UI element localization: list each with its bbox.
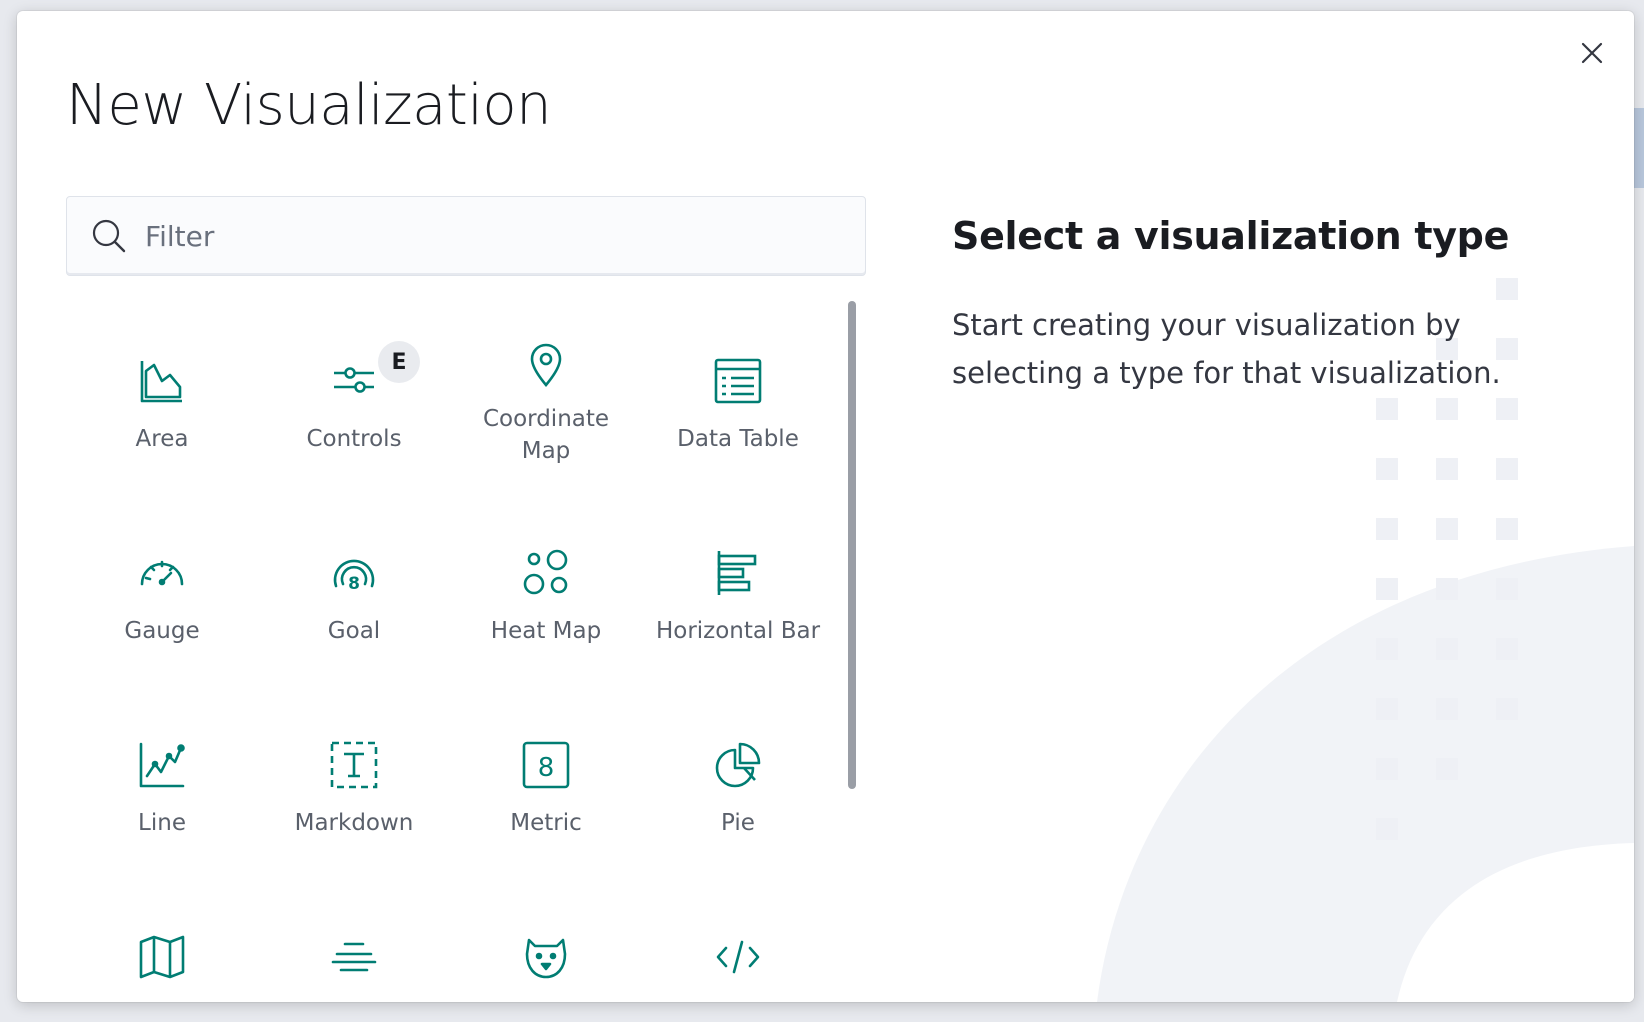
grid-scrollbar[interactable] bbox=[848, 301, 856, 789]
type-label: Horizontal Bar bbox=[655, 618, 821, 644]
type-card-region-map[interactable] bbox=[66, 879, 258, 1002]
filter-field[interactable] bbox=[66, 196, 866, 276]
area-chart-icon bbox=[134, 353, 190, 409]
controls-icon bbox=[326, 353, 382, 409]
type-label: Coordinate Map bbox=[482, 406, 610, 464]
timelion-icon bbox=[518, 929, 574, 985]
search-icon bbox=[87, 214, 131, 258]
markdown-icon bbox=[326, 737, 382, 793]
type-label: Pie bbox=[721, 810, 755, 836]
new-visualization-modal: New Visualization Area E bbox=[17, 11, 1634, 1002]
info-description: Start creating your visualization by sel… bbox=[952, 308, 1501, 390]
metric-icon: 8 bbox=[518, 737, 574, 793]
visualization-type-grid: Area E Controls Coordinate Map Data Tabl… bbox=[66, 303, 836, 1002]
tag-cloud-icon bbox=[326, 929, 382, 985]
type-label: Metric bbox=[510, 810, 582, 836]
type-card-area[interactable]: Area bbox=[66, 303, 258, 495]
type-card-pie[interactable]: Pie bbox=[642, 687, 834, 879]
filter-input[interactable] bbox=[145, 219, 865, 253]
line-chart-icon bbox=[134, 737, 190, 793]
type-label: Controls bbox=[306, 426, 402, 452]
pie-chart-icon bbox=[710, 737, 766, 793]
table-icon bbox=[710, 353, 766, 409]
map-marker-icon bbox=[518, 337, 574, 393]
type-card-horizontal-bar[interactable]: Horizontal Bar bbox=[642, 495, 834, 687]
svg-text:8: 8 bbox=[348, 574, 360, 594]
type-card-markdown[interactable]: Markdown bbox=[258, 687, 450, 879]
type-card-vega[interactable] bbox=[642, 879, 834, 1002]
close-icon bbox=[1581, 42, 1603, 64]
type-card-coordinate-map[interactable]: Coordinate Map bbox=[450, 303, 642, 495]
type-card-data-table[interactable]: Data Table bbox=[642, 303, 834, 495]
heatmap-icon bbox=[518, 545, 574, 601]
type-card-timelion[interactable] bbox=[450, 879, 642, 1002]
vega-code-icon bbox=[710, 929, 766, 985]
type-label: Line bbox=[138, 810, 186, 836]
close-button[interactable] bbox=[1572, 33, 1612, 73]
type-label: Markdown bbox=[294, 810, 414, 836]
horizontal-bar-icon bbox=[710, 545, 766, 601]
type-label: Data Table bbox=[677, 426, 799, 452]
svg-text:8: 8 bbox=[538, 753, 555, 783]
type-card-goal[interactable]: 8 Goal bbox=[258, 495, 450, 687]
type-card-heat-map[interactable]: Heat Map bbox=[450, 495, 642, 687]
goal-icon: 8 bbox=[326, 545, 382, 601]
info-title: Select a visualization type bbox=[952, 214, 1510, 258]
type-label: Area bbox=[135, 426, 189, 452]
type-card-tag-cloud[interactable] bbox=[258, 879, 450, 1002]
modal-title: New Visualization bbox=[66, 73, 552, 138]
type-label: Heat Map bbox=[490, 618, 602, 644]
region-map-icon bbox=[134, 929, 190, 985]
experimental-badge: E bbox=[378, 341, 420, 383]
type-card-controls[interactable]: E Controls bbox=[258, 303, 450, 495]
type-card-gauge[interactable]: Gauge bbox=[66, 495, 258, 687]
type-label: Goal bbox=[327, 618, 381, 644]
type-card-line[interactable]: Line bbox=[66, 687, 258, 879]
type-card-metric[interactable]: 8 Metric bbox=[450, 687, 642, 879]
type-label: Gauge bbox=[124, 618, 200, 644]
gauge-icon bbox=[134, 545, 190, 601]
